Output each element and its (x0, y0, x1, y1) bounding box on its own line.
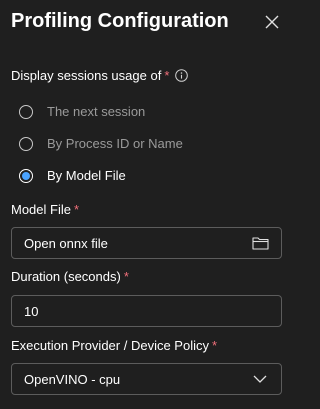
chevron-down-icon (251, 371, 269, 387)
required-mark: * (123, 269, 129, 284)
duration-label: Duration (seconds) (11, 269, 121, 284)
close-icon (264, 14, 280, 30)
radio-circle[interactable] (19, 136, 33, 151)
radio-label: The next session (47, 104, 146, 119)
folder-icon[interactable] (251, 235, 269, 251)
execution-provider-value: OpenVINO - cpu (24, 371, 121, 387)
profiling-config-panel: Profiling Configuration Display sessions… (0, 0, 294, 409)
radio-by-model-file[interactable]: By Model File (19, 168, 126, 183)
duration-label-row: Duration (seconds) * (11, 269, 129, 284)
info-icon[interactable] (175, 69, 189, 82)
required-mark: * (164, 68, 170, 83)
radio-label: By Model File (47, 168, 126, 183)
radio-circle[interactable] (19, 104, 33, 119)
sessions-label-row: Display sessions usage of * (11, 68, 189, 83)
duration-input[interactable]: 10 (11, 295, 282, 327)
duration-value: 10 (24, 303, 39, 319)
required-mark: * (73, 202, 80, 217)
radio-next-session[interactable]: The next session (19, 104, 145, 119)
panel-title: Profiling Configuration (11, 10, 229, 32)
execution-provider-dropdown[interactable]: OpenVINO - cpu (11, 363, 282, 395)
sessions-label: Display sessions usage of (11, 68, 162, 83)
radio-circle[interactable] (19, 168, 33, 183)
required-mark: * (211, 338, 218, 353)
model-file-label-row: Model File * (11, 202, 79, 217)
radio-by-process[interactable]: By Process ID or Name (19, 136, 183, 151)
model-file-value: Open onnx file (24, 235, 108, 251)
close-button[interactable] (264, 14, 280, 30)
execution-provider-label: Execution Provider / Device Policy (11, 338, 209, 353)
model-file-label: Model File (11, 202, 71, 217)
model-file-picker[interactable]: Open onnx file (11, 227, 282, 259)
execution-provider-label-row: Execution Provider / Device Policy * (11, 338, 217, 353)
radio-label: By Process ID or Name (47, 136, 183, 151)
